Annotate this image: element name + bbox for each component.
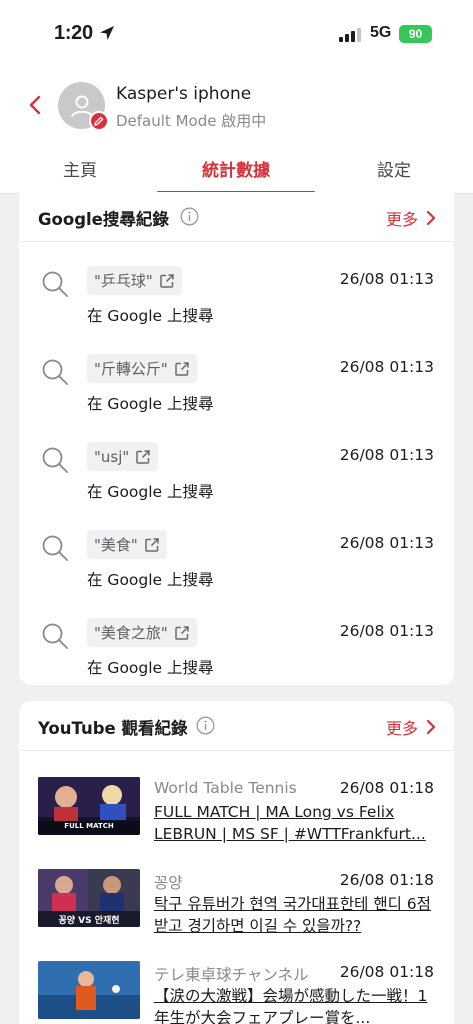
battery-icon: 90 bbox=[399, 25, 432, 43]
search-query: "乒乓球" bbox=[94, 272, 153, 290]
more-label: 更多 bbox=[385, 719, 418, 738]
edit-avatar-icon[interactable] bbox=[89, 111, 109, 131]
status-time: 1:20 bbox=[54, 22, 93, 44]
card-title: Google搜尋紀錄 bbox=[38, 210, 169, 229]
chevron-right-icon bbox=[426, 210, 436, 226]
search-query: "美食" bbox=[94, 536, 138, 554]
network-type: 5G bbox=[370, 24, 392, 41]
search-query-chip[interactable]: "斤轉公斤" bbox=[87, 354, 197, 383]
video-history-row[interactable]: 꽁양 VS 안재현 꽁양 26/08 01:18 탁구 유튜버가 현역 국가대표… bbox=[19, 869, 454, 961]
video-thumbnail[interactable] bbox=[38, 961, 140, 1019]
youtube-watch-history-card: YouTube 觀看紀錄 更多 FULL MATCH World Table T… bbox=[19, 701, 454, 1024]
channel-name: World Table Tennis bbox=[154, 779, 297, 797]
search-source: 在 Google 上搜尋 bbox=[87, 395, 214, 413]
watch-time: 26/08 01:18 bbox=[339, 871, 434, 889]
battery-level: 90 bbox=[408, 27, 423, 41]
back-chevron-icon[interactable] bbox=[24, 94, 48, 118]
channel-name: 꽁양 bbox=[154, 874, 183, 892]
search-history-row[interactable]: "美食之旅" 26/08 01:13 在 Google 上搜尋 bbox=[19, 618, 454, 685]
signal-icon bbox=[339, 27, 361, 42]
search-history-row[interactable]: "美食" 26/08 01:13 在 Google 上搜尋 bbox=[19, 530, 454, 618]
thumbnail-caption: FULL MATCH bbox=[64, 822, 114, 830]
watch-time: 26/08 01:18 bbox=[339, 779, 434, 797]
search-query-chip[interactable]: "乒乓球" bbox=[87, 266, 182, 295]
watch-time: 26/08 01:18 bbox=[339, 963, 434, 981]
video-thumbnail[interactable]: FULL MATCH bbox=[38, 777, 140, 835]
search-icon bbox=[42, 271, 68, 297]
external-link-icon bbox=[136, 449, 151, 464]
chevron-right-icon bbox=[426, 719, 436, 735]
search-icon bbox=[42, 535, 68, 561]
search-icon bbox=[42, 447, 68, 473]
card-header: YouTube 觀看紀錄 更多 bbox=[19, 701, 454, 751]
video-thumbnail[interactable]: 꽁양 VS 안재현 bbox=[38, 869, 140, 927]
search-icon bbox=[42, 359, 68, 385]
location-arrow-icon bbox=[100, 26, 114, 40]
search-query: "斤轉公斤" bbox=[94, 360, 168, 378]
device-header: Kasper's iphone Default Mode 啟用中 主頁 統計數據… bbox=[0, 70, 473, 194]
tab-home[interactable]: 主頁 bbox=[63, 156, 97, 181]
search-source: 在 Google 上搜尋 bbox=[87, 571, 214, 589]
tab-settings[interactable]: 設定 bbox=[377, 156, 411, 181]
search-time: 26/08 01:13 bbox=[339, 358, 434, 376]
device-mode: Default Mode 啟用中 bbox=[116, 112, 267, 130]
search-query-chip[interactable]: "美食" bbox=[87, 530, 167, 559]
tab-statistics[interactable]: 統計數據 bbox=[202, 156, 270, 181]
search-icon bbox=[42, 623, 68, 649]
tab-bar: 主頁 統計數據 設定 bbox=[0, 152, 473, 194]
search-history-row[interactable]: "乒乓球" 26/08 01:13 在 Google 上搜尋 bbox=[19, 266, 454, 354]
card-header: Google搜尋紀錄 更多 bbox=[19, 192, 454, 242]
search-source: 在 Google 上搜尋 bbox=[87, 307, 214, 325]
device-name: Kasper's iphone bbox=[116, 84, 252, 104]
more-button[interactable]: 更多 bbox=[386, 206, 436, 230]
search-time: 26/08 01:13 bbox=[339, 446, 434, 464]
thumbnail-caption: 꽁양 VS 안재현 bbox=[58, 916, 120, 926]
search-time: 26/08 01:13 bbox=[339, 270, 434, 288]
channel-name: テレ東卓球チャンネル bbox=[154, 966, 309, 984]
video-title-link[interactable]: 【涙の大激戦】会場が感動した一戦！1年生が大会フェアプレー賞を... bbox=[154, 985, 434, 1024]
search-query-chip[interactable]: "美食之旅" bbox=[87, 618, 197, 647]
more-button[interactable]: 更多 bbox=[386, 715, 436, 739]
video-title-link[interactable]: FULL MATCH | MA Long vs Felix LEBRUN | M… bbox=[154, 801, 434, 845]
search-query: "usj" bbox=[94, 447, 130, 466]
search-source: 在 Google 上搜尋 bbox=[87, 659, 214, 677]
external-link-icon bbox=[175, 361, 189, 376]
search-history-row[interactable]: "斤轉公斤" 26/08 01:13 在 Google 上搜尋 bbox=[19, 354, 454, 442]
more-label: 更多 bbox=[385, 210, 418, 229]
video-history-row[interactable]: テレ東卓球チャンネル 26/08 01:18 【涙の大激戦】会場が感動した一戦！… bbox=[19, 961, 454, 1024]
search-query-chip[interactable]: "usj" bbox=[87, 442, 159, 471]
search-history-row[interactable]: "usj" 26/08 01:13 在 Google 上搜尋 bbox=[19, 442, 454, 530]
google-search-history-card: Google搜尋紀錄 更多 "乒乓球" 26/08 01:13 在 Google… bbox=[19, 192, 454, 685]
info-icon[interactable] bbox=[180, 207, 199, 226]
video-title-link[interactable]: 탁구 유튜버가 현역 국가대표한테 핸디 6점 받고 경기하면 이길 수 있을까… bbox=[154, 893, 434, 937]
search-query: "美食之旅" bbox=[94, 624, 168, 642]
search-time: 26/08 01:13 bbox=[339, 622, 434, 640]
external-link-icon bbox=[160, 273, 174, 288]
info-icon[interactable] bbox=[196, 716, 215, 735]
video-history-row[interactable]: FULL MATCH World Table Tennis 26/08 01:1… bbox=[19, 777, 454, 869]
external-link-icon bbox=[145, 537, 159, 552]
status-bar: 1:20 5G 90 bbox=[0, 0, 473, 70]
search-source: 在 Google 上搜尋 bbox=[87, 483, 214, 501]
search-time: 26/08 01:13 bbox=[339, 534, 434, 552]
card-title: YouTube 觀看紀錄 bbox=[38, 719, 188, 738]
external-link-icon bbox=[175, 625, 189, 640]
